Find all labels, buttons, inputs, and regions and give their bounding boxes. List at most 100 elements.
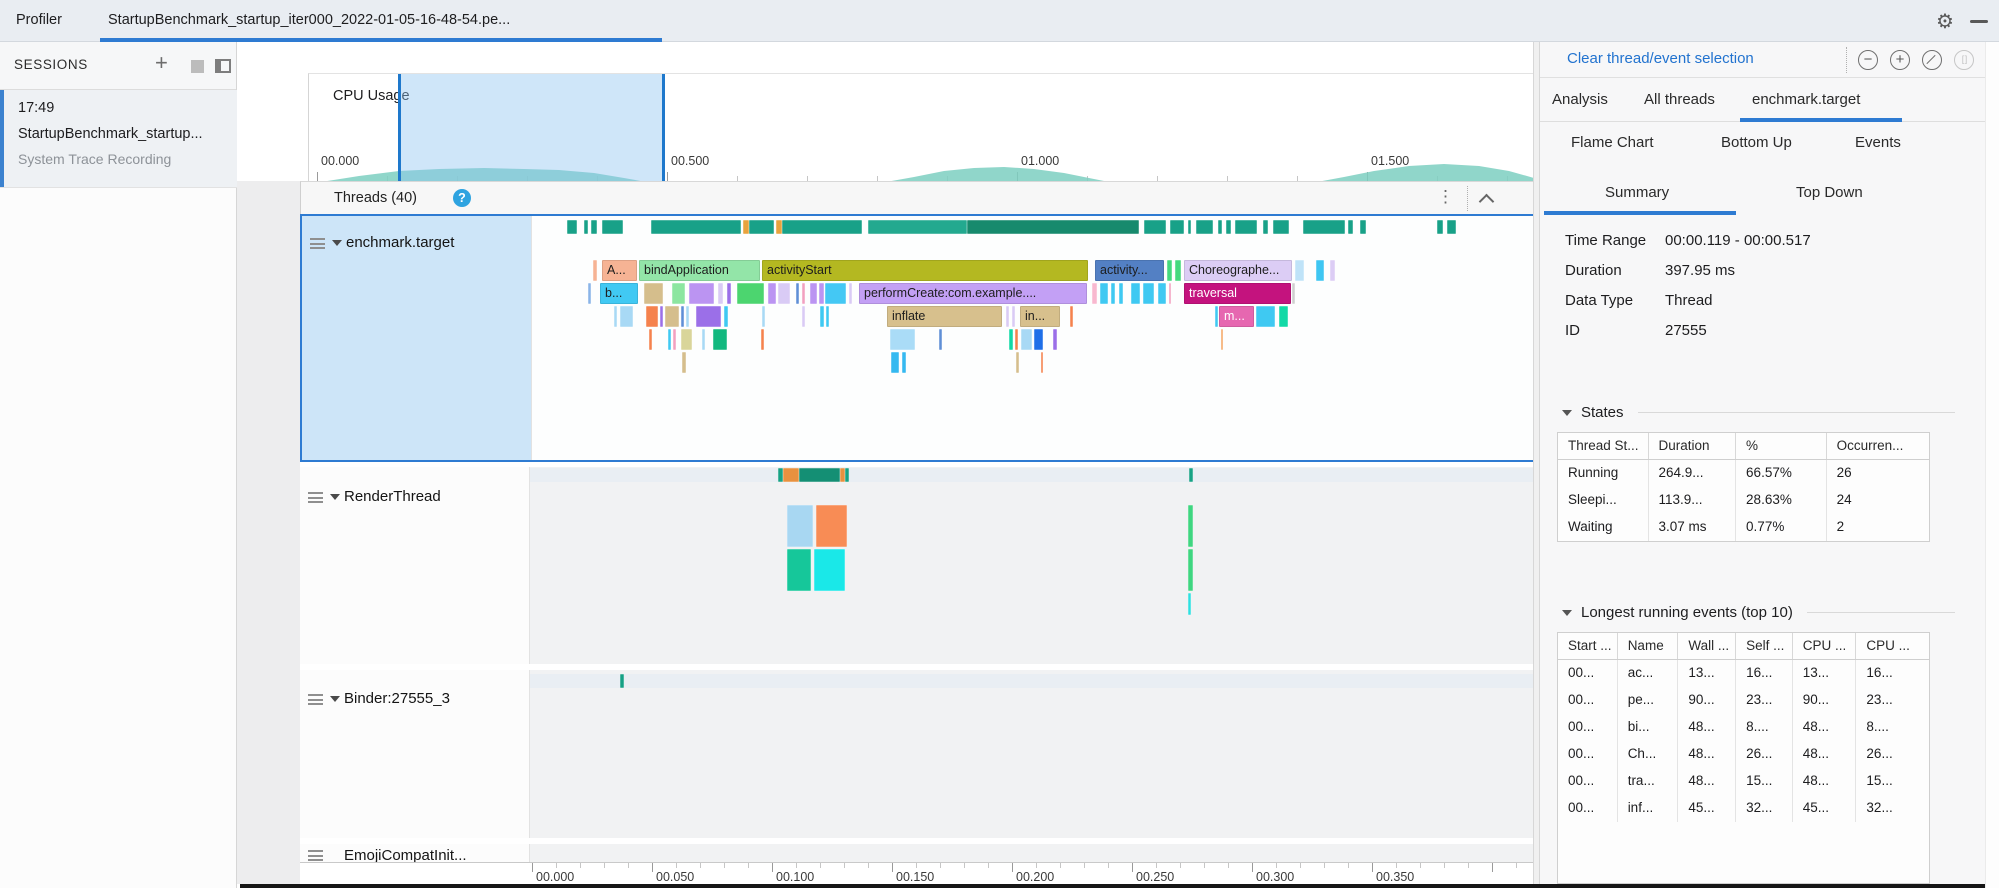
trace-event-sliver[interactable] [737, 283, 764, 304]
trace-event-sliver[interactable] [1034, 329, 1043, 350]
table-row[interactable]: 00...pe...90...23...90...23... [1558, 687, 1929, 714]
trace-event-sliver[interactable] [620, 306, 633, 327]
trace-event[interactable]: m... [1219, 306, 1254, 327]
column-header[interactable]: Occurren... [1827, 433, 1929, 459]
trace-event-sliver[interactable] [1348, 220, 1353, 234]
tab-summary[interactable]: Summary [1605, 184, 1669, 201]
gear-icon[interactable]: ⚙ [1936, 9, 1954, 34]
trace-event-sliver[interactable] [787, 549, 811, 591]
trace-event-sliver[interactable] [796, 283, 799, 304]
table-row[interactable]: 00...Ch...48...26...48...26... [1558, 741, 1929, 768]
trace-event-sliver[interactable] [1131, 283, 1140, 304]
thread-label-emojicompat[interactable]: EmojiCompatInit... [300, 844, 530, 862]
trace-event-sliver[interactable] [1256, 306, 1275, 327]
trace-event-sliver[interactable] [967, 220, 1139, 234]
trace-event-sliver[interactable] [1006, 306, 1009, 327]
tab-bottom-up[interactable]: Bottom Up [1721, 134, 1792, 151]
trace-event-sliver[interactable] [1292, 283, 1295, 304]
expand-triangle-icon[interactable] [332, 240, 342, 246]
help-icon[interactable]: ? [453, 189, 471, 207]
thread-track-binder[interactable] [530, 670, 1533, 838]
trace-event-sliver[interactable] [819, 283, 824, 304]
trace-event-sliver[interactable] [762, 306, 765, 327]
trace-event-sliver[interactable] [702, 329, 705, 350]
trace-event-sliver[interactable] [1015, 329, 1018, 350]
trace-event-sliver[interactable] [849, 283, 852, 304]
trace-event-sliver[interactable] [602, 220, 623, 234]
trace-event-sliver[interactable] [902, 352, 906, 373]
trace-event-sliver[interactable] [1196, 220, 1213, 234]
states-section-header[interactable]: States [1562, 404, 1977, 421]
trace-event-sliver[interactable] [1188, 220, 1191, 234]
trace-event[interactable]: inflate [887, 306, 1002, 327]
thread-row-benchmark-target[interactable]: enchmark.target A...bindApplicationactiv… [300, 214, 1533, 462]
collapse-triangle-icon[interactable] [1562, 410, 1572, 416]
column-header[interactable]: Wall ... [1678, 633, 1736, 659]
trace-event-sliver[interactable] [845, 468, 849, 482]
trace-event-sliver[interactable] [1170, 220, 1184, 234]
trace-event-sliver[interactable] [1188, 549, 1193, 591]
tab-benchmark-target[interactable]: enchmark.target [1752, 91, 1860, 108]
table-row[interactable]: 00...inf...45...32...45...32... [1558, 795, 1929, 822]
trace-event-sliver[interactable] [614, 306, 617, 327]
session-list-item[interactable]: 17:49 StartupBenchmark_startup... System… [0, 90, 237, 188]
trace-event-sliver[interactable] [1169, 283, 1171, 304]
trace-event-sliver[interactable] [826, 306, 829, 327]
trace-event[interactable]: performCreate:com.example.... [859, 283, 1087, 304]
trace-event-sliver[interactable] [649, 329, 652, 350]
trace-event-sliver[interactable] [1053, 329, 1057, 350]
trace-event-sliver[interactable] [820, 306, 824, 327]
add-session-button[interactable]: + [155, 50, 168, 76]
timeline-selection[interactable] [398, 74, 665, 181]
trace-event-sliver[interactable] [891, 352, 899, 373]
thread-track-emojicompat[interactable] [530, 844, 1533, 862]
trace-event-sliver[interactable] [724, 306, 728, 327]
trace-event-sliver[interactable] [591, 220, 597, 234]
trace-event-sliver[interactable] [1218, 220, 1222, 234]
thread-label-benchmark-target[interactable]: enchmark.target [302, 216, 532, 460]
table-row[interactable]: Sleepi...113.9...28.63%24 [1558, 487, 1929, 514]
trace-event-sliver[interactable] [1221, 329, 1223, 350]
panel-splitter[interactable] [1533, 42, 1540, 888]
trace-event-sliver[interactable] [782, 220, 862, 234]
collapse-panel-icon[interactable] [215, 59, 231, 73]
trace-event-sliver[interactable] [939, 329, 942, 350]
longest-events-section-header[interactable]: Longest running events (top 10) [1562, 604, 1977, 621]
trace-event-sliver[interactable] [1189, 468, 1193, 482]
trace-event-sliver[interactable] [584, 220, 588, 234]
trace-event-sliver[interactable] [696, 306, 721, 327]
trace-event-sliver[interactable] [1100, 283, 1108, 304]
column-header[interactable]: CPU ... [1793, 633, 1857, 659]
trace-event[interactable]: Choreographe... [1184, 260, 1292, 281]
trace-event-sliver[interactable] [644, 283, 663, 304]
trace-event-sliver[interactable] [588, 283, 591, 304]
trace-event-sliver[interactable] [890, 329, 915, 350]
trace-event-sliver[interactable] [1188, 593, 1191, 615]
trace-event-sliver[interactable] [1226, 220, 1231, 234]
drag-handle-icon[interactable] [308, 492, 323, 503]
trace-event-sliver[interactable] [1316, 260, 1324, 281]
expand-triangle-icon[interactable] [330, 494, 340, 500]
trace-event[interactable]: activity... [1095, 260, 1164, 281]
drag-handle-icon[interactable] [310, 238, 325, 249]
collapse-triangle-icon[interactable] [1562, 610, 1572, 616]
trace-event[interactable]: A... [602, 260, 637, 281]
trace-event-sliver[interactable] [1437, 220, 1443, 234]
trace-event-sliver[interactable] [682, 352, 686, 373]
tab-events[interactable]: Events [1855, 134, 1901, 151]
column-header[interactable]: % [1736, 433, 1827, 459]
reset-zoom-icon[interactable] [1922, 50, 1942, 70]
trace-event-sliver[interactable] [1041, 352, 1043, 373]
kebab-menu-icon[interactable]: ⋮ [1437, 187, 1454, 207]
trace-event-sliver[interactable] [1295, 260, 1304, 281]
trace-event-sliver[interactable] [681, 306, 684, 327]
trace-event-sliver[interactable] [1303, 220, 1345, 234]
trace-event-sliver[interactable] [1263, 220, 1268, 234]
trace-event-sliver[interactable] [1021, 329, 1032, 350]
trace-event-sliver[interactable] [672, 283, 685, 304]
trace-event-sliver[interactable] [620, 674, 624, 688]
trace-event-sliver[interactable] [1330, 260, 1335, 281]
trace-event[interactable]: in... [1020, 306, 1060, 327]
expand-triangle-icon[interactable] [330, 696, 340, 702]
thread-label-binder[interactable]: Binder:27555_3 [300, 670, 530, 838]
